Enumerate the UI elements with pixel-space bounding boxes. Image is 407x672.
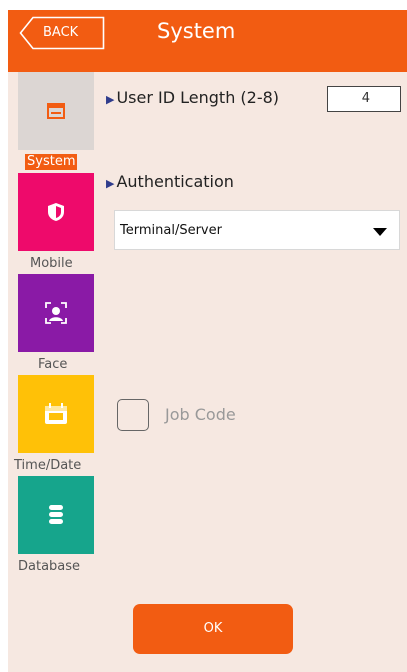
authentication-label: Authentication xyxy=(116,172,234,191)
sidebar-label-mobile: Mobile xyxy=(30,256,73,271)
sidebar-item-mobile[interactable] xyxy=(18,173,94,251)
user-id-length-heading: ▶ User ID Length (2-8) xyxy=(106,88,279,110)
shield-icon xyxy=(48,203,64,221)
window-icon xyxy=(47,103,65,119)
sidebar-tile-mobile xyxy=(18,173,94,251)
dropdown-caret-icon xyxy=(373,228,387,236)
sidebar-tile-system xyxy=(18,72,94,150)
authentication-select[interactable]: Terminal/Server xyxy=(114,210,400,250)
back-button-label: BACK xyxy=(43,25,79,40)
calendar-day-icon xyxy=(45,403,67,424)
authentication-select-value: Terminal/Server xyxy=(120,223,222,238)
page-title: System xyxy=(157,19,236,43)
ok-button[interactable]: OK xyxy=(133,604,293,654)
user-id-length-input[interactable]: 4 xyxy=(327,86,401,112)
authentication-heading: ▶ Authentication xyxy=(106,172,234,194)
sidebar-tile-database xyxy=(18,476,94,554)
sidebar-item-time-date[interactable] xyxy=(18,375,94,453)
face-scan-icon xyxy=(45,302,67,324)
sidebar-item-database[interactable] xyxy=(18,476,94,554)
job-code-label: Job Code xyxy=(165,405,236,424)
sidebar-tile-time-date xyxy=(18,375,94,453)
sidebar-label-database: Database xyxy=(18,559,81,574)
sidebar-label-system: System xyxy=(25,154,78,170)
sidebar-item-face[interactable] xyxy=(18,274,94,352)
triangle-marker-icon: ▶ xyxy=(106,93,115,106)
sidebar-label-time-date: Time/Date xyxy=(14,458,82,473)
back-button[interactable]: BACK xyxy=(19,16,105,50)
sidebar-label-face: Face xyxy=(38,357,68,372)
sidebar-tile-face xyxy=(18,274,94,352)
job-code-checkbox[interactable] xyxy=(117,399,149,431)
triangle-marker-icon: ▶ xyxy=(106,177,115,190)
user-id-length-label: User ID Length (2-8) xyxy=(116,88,280,107)
sidebar-item-system[interactable] xyxy=(18,72,94,150)
database-icon xyxy=(49,505,63,524)
